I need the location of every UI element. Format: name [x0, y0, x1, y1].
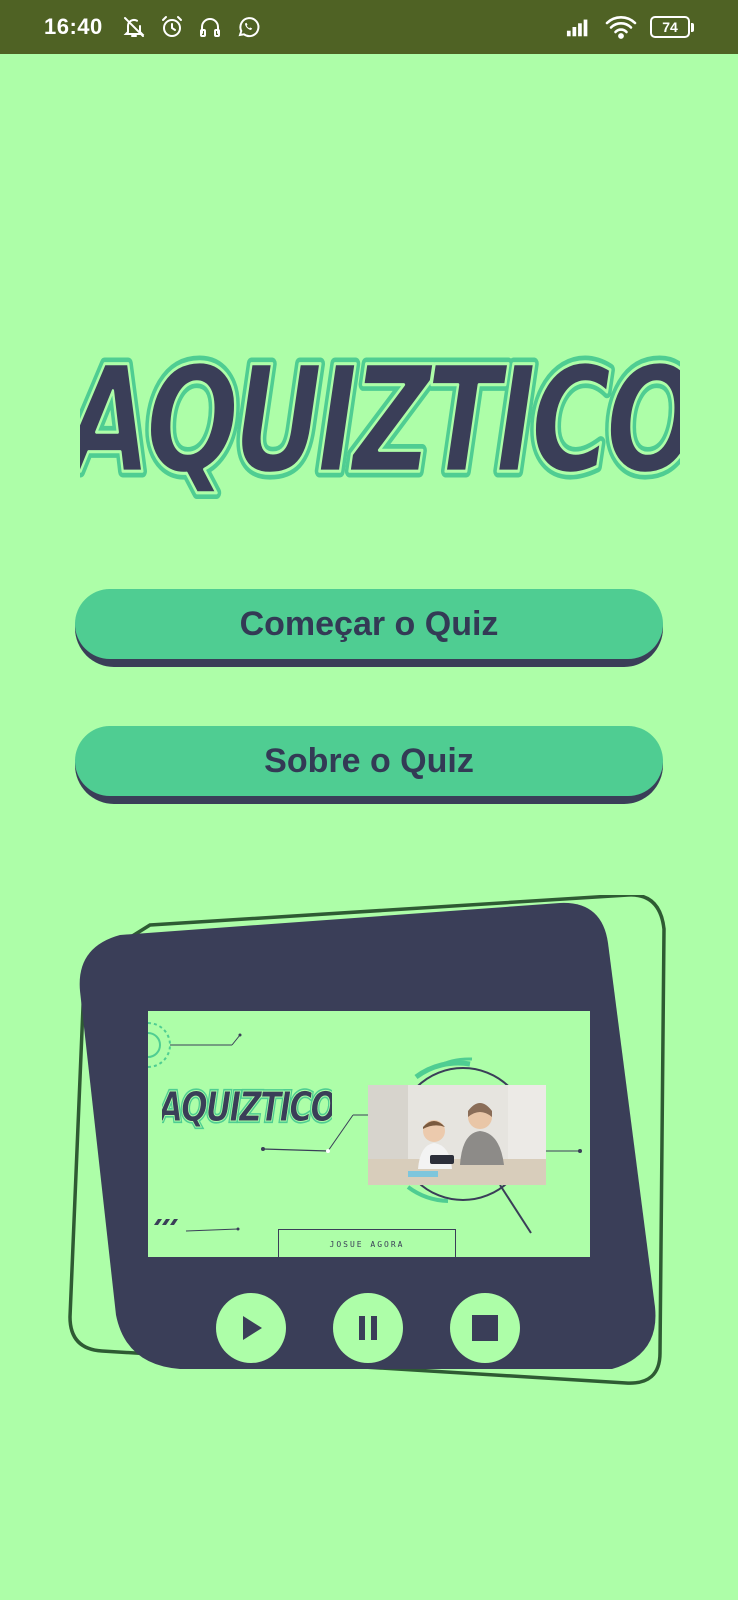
- status-bar-left: 16:40: [44, 14, 261, 40]
- battery-level: 74: [650, 16, 690, 38]
- home-screen: 16:40 74 AQUIZTICO AQUIZTICO Começar o Q…: [0, 0, 738, 1600]
- app-logo: AQUIZTICO AQUIZTICO: [54, 295, 707, 512]
- video-credit: JOSUE AGORA: [278, 1229, 456, 1257]
- status-time: 16:40: [44, 14, 103, 39]
- alarm-icon: [159, 14, 185, 40]
- status-bar-right: 74: [566, 14, 694, 40]
- about-quiz-button[interactable]: Sobre o Quiz: [75, 726, 663, 796]
- video-screen[interactable]: AQUIZTICO AQUIZTICO JOSUE AGORA: [148, 1011, 590, 1257]
- whatsapp-icon: [235, 14, 261, 40]
- headphones-icon: [197, 14, 223, 40]
- stop-button[interactable]: [450, 1293, 520, 1363]
- stop-icon: [472, 1315, 498, 1341]
- status-bar: 16:40 74: [0, 0, 738, 54]
- pause-button[interactable]: [333, 1293, 403, 1363]
- play-button[interactable]: [216, 1293, 286, 1363]
- pause-icon: [359, 1316, 377, 1340]
- video-photo: [368, 1085, 546, 1185]
- start-quiz-button[interactable]: Começar o Quiz: [75, 589, 663, 659]
- logo-text: AQUIZTICO: [80, 334, 680, 505]
- about-quiz-button-base: Sobre o Quiz: [75, 726, 663, 804]
- video-logo: AQUIZTICO AQUIZTICO: [162, 1081, 332, 1133]
- bell-off-icon: [121, 14, 147, 40]
- signal-icon: [566, 14, 592, 40]
- wifi-icon: [604, 14, 638, 40]
- battery-icon: 74: [650, 16, 694, 38]
- video-logo-text: AQUIZTICO: [162, 1083, 332, 1131]
- start-quiz-button-base: Começar o Quiz: [75, 589, 663, 667]
- play-icon: [243, 1316, 262, 1340]
